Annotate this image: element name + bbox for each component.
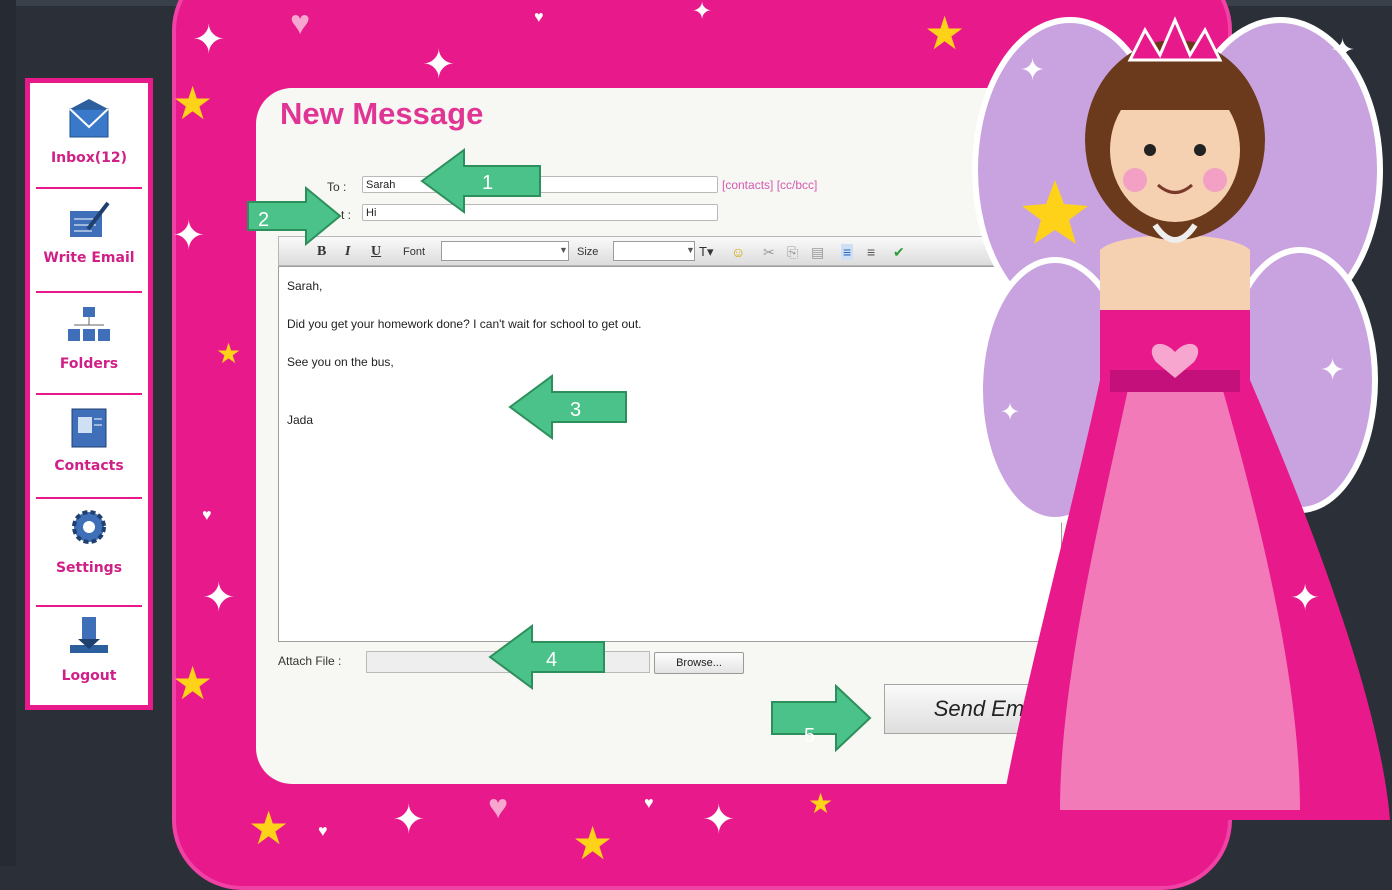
divider	[36, 497, 142, 499]
spellcheck-icon[interactable]: ✔	[893, 244, 905, 261]
body-line: Jada	[287, 413, 314, 427]
align-center-icon[interactable]: ≡	[867, 244, 875, 260]
logout-icon	[70, 617, 108, 653]
folders-icon	[68, 307, 110, 341]
callout-arrow-3: 3	[508, 374, 627, 440]
sidebar-item-folders[interactable]: Folders	[30, 303, 148, 372]
text-color-icon[interactable]: T▾	[699, 244, 713, 260]
sparkle-icon: ✦	[192, 18, 226, 62]
contacts-cc-bcc-links[interactable]: [contacts] [cc/bcc]	[722, 178, 817, 192]
star-icon: ★	[172, 77, 214, 129]
sidebar-item-inbox[interactable]: Inbox(12)	[30, 97, 148, 166]
callout-number: 4	[546, 649, 557, 671]
gear-icon	[72, 510, 106, 544]
sidebar: Inbox(12) Write Email Folders Contacts S…	[25, 78, 153, 710]
svg-text:✦: ✦	[1330, 34, 1355, 67]
sparkle-icon: ✦	[172, 214, 206, 258]
underline-button[interactable]: U	[371, 244, 381, 260]
cut-icon[interactable]: ✂	[763, 244, 775, 261]
align-left-icon[interactable]: ≡	[841, 244, 854, 260]
envelope-icon	[69, 99, 109, 138]
sidebar-item-label: Inbox(12)	[50, 150, 128, 166]
formatting-toolbar: B I U Font ▼ Size ▼ T▾ ☺ ✂ ⎘ ▤ ≡ ≡ ✔	[278, 236, 1062, 266]
svg-text:✦: ✦	[1000, 399, 1020, 426]
divider	[36, 393, 142, 395]
font-select[interactable]	[441, 241, 569, 261]
callout-arrow-1: 1	[420, 148, 541, 214]
star-icon: ★	[216, 338, 242, 369]
fairy-princess-illustration: ✦ ✦ ✦ ✦ ✦	[972, 16, 1390, 820]
size-select[interactable]	[613, 241, 695, 261]
body-line: Sarah,	[287, 279, 323, 293]
sparkle-icon: ✦	[692, 0, 713, 25]
heart-icon: ♥	[290, 4, 311, 42]
browse-button[interactable]: Browse...	[654, 652, 744, 674]
font-label: Font	[403, 246, 426, 258]
callout-arrow-2: 2	[247, 186, 342, 246]
heart-icon: ♥	[488, 788, 509, 826]
sidebar-item-logout[interactable]: Logout	[30, 615, 148, 684]
svg-text:✦: ✦	[1020, 54, 1045, 87]
sparkle-icon: ✦	[392, 798, 426, 842]
sidebar-item-label: Logout	[61, 668, 117, 684]
pen-paper-icon	[70, 201, 110, 237]
subject-label: t :	[341, 208, 352, 222]
size-label: Size	[577, 246, 599, 258]
divider	[36, 291, 142, 293]
star-icon: ★	[808, 788, 834, 819]
star-icon: ★	[172, 657, 214, 709]
sidebar-item-label: Write Email	[43, 250, 135, 266]
chevron-down-icon[interactable]: ▼	[686, 245, 695, 255]
star-icon: ★	[248, 802, 290, 854]
sidebar-item-contacts[interactable]: Contacts	[30, 405, 148, 474]
divider	[36, 605, 142, 607]
bold-button[interactable]: B	[317, 244, 326, 260]
callout-arrow-4: 4	[488, 624, 605, 690]
italic-button[interactable]: I	[345, 244, 350, 260]
sidebar-item-label: Folders	[59, 356, 119, 372]
message-body-editor[interactable]: Sarah, Did you get your homework done? I…	[278, 266, 1062, 642]
page-title: New Message	[280, 96, 484, 131]
sidebar-item-settings[interactable]: Settings	[30, 507, 148, 576]
sidebar-item-write-email[interactable]: Write Email	[30, 197, 148, 266]
sparkle-icon: ✦	[202, 576, 236, 620]
attach-file-label: Attach File :	[278, 654, 342, 668]
chevron-down-icon[interactable]: ▼	[559, 245, 568, 255]
heart-icon: ♥	[644, 795, 654, 812]
callout-number: 3	[570, 399, 581, 421]
svg-text:✦: ✦	[1320, 354, 1345, 387]
body-line: Did you get your homework done? I can't …	[287, 317, 642, 331]
sidebar-item-label: Settings	[55, 560, 123, 576]
heart-icon: ♥	[202, 507, 212, 524]
star-icon: ★	[572, 817, 614, 869]
copy-icon[interactable]: ⎘	[787, 244, 798, 261]
svg-text:✦: ✦	[1290, 577, 1320, 618]
heart-icon: ♥	[534, 9, 544, 26]
callout-number: 2	[258, 209, 269, 231]
callout-number: 1	[482, 172, 493, 194]
paste-icon[interactable]: ▤	[811, 244, 824, 261]
sparkle-icon: ✦	[702, 798, 736, 842]
address-book-icon	[71, 408, 107, 448]
callout-number: 5	[804, 725, 815, 747]
body-line: See you on the bus,	[287, 355, 394, 369]
heart-icon: ♥	[318, 823, 328, 840]
sparkle-icon: ✦	[422, 43, 456, 87]
left-dark-strip	[0, 0, 16, 866]
callout-arrow-5: 5	[771, 684, 872, 752]
emoticon-icon[interactable]: ☺	[731, 244, 745, 260]
divider	[36, 187, 142, 189]
sidebar-item-label: Contacts	[54, 458, 124, 474]
